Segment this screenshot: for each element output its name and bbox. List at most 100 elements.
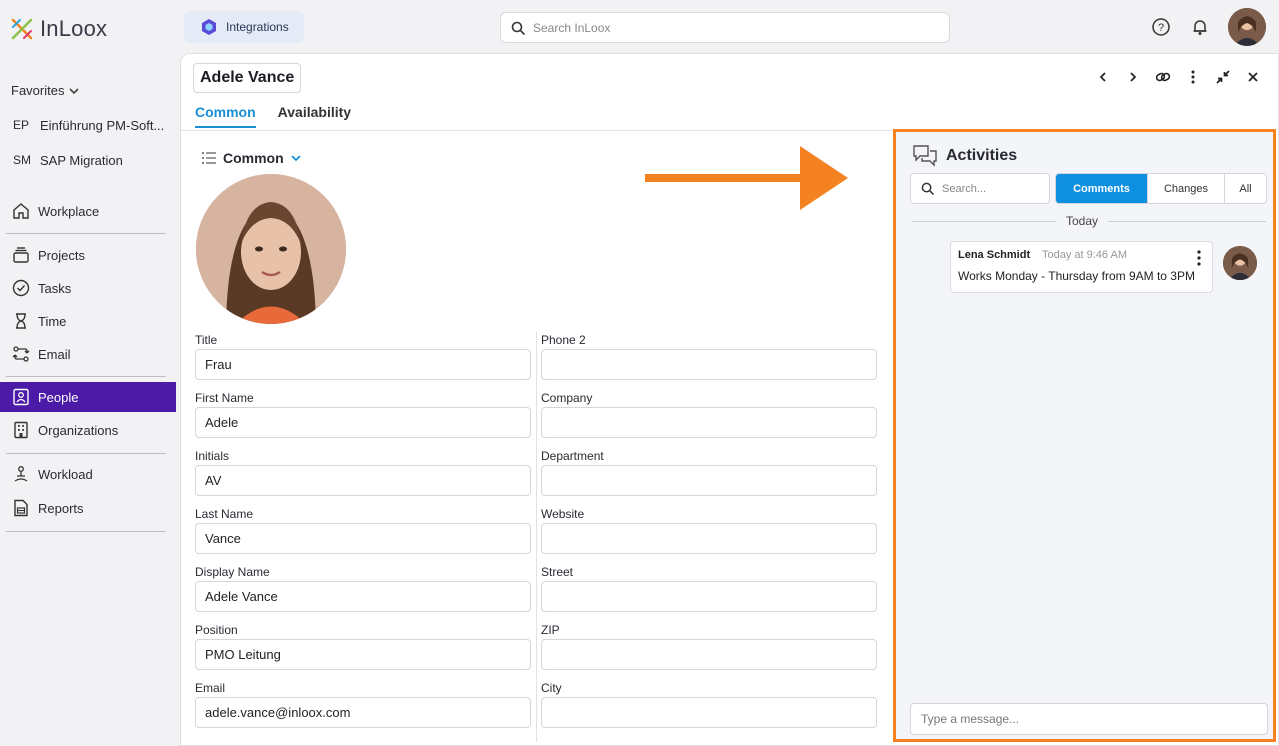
- comment-author: Lena Schmidt: [958, 249, 1031, 261]
- section-title: Common: [223, 150, 284, 166]
- sidebar-item-time[interactable]: Time: [0, 306, 176, 336]
- display-name-field[interactable]: Adele Vance: [195, 581, 531, 612]
- integrations-icon: [202, 19, 216, 35]
- sidebar-item-projects[interactable]: Projects: [0, 240, 176, 270]
- activities-search-placeholder: Search...: [942, 182, 987, 195]
- sidebar-divider: [6, 233, 166, 234]
- activities-filter: Comments Changes All: [1055, 173, 1267, 204]
- phone-2-field[interactable]: [541, 349, 877, 380]
- arrow-right-icon: [645, 146, 848, 210]
- profile-photo[interactable]: [196, 174, 346, 324]
- message-placeholder: Type a message...: [921, 712, 1020, 726]
- sidebar-item-tasks[interactable]: Tasks: [0, 273, 176, 303]
- global-search-input[interactable]: Search InLoox: [500, 12, 950, 43]
- field-label-phone-2: Phone 2: [541, 333, 586, 347]
- comment-card[interactable]: Lena Schmidt Today at 9:46 AM Works Mond…: [950, 241, 1213, 293]
- last-name-field[interactable]: Vance: [195, 523, 531, 554]
- sidebar-item-label: Time: [38, 313, 67, 329]
- sidebar-item-label: Email: [38, 346, 71, 362]
- contact-icon: [13, 388, 29, 406]
- activities-search-input[interactable]: Search...: [910, 173, 1050, 204]
- column-divider: [536, 332, 537, 742]
- list-icon: [202, 152, 216, 164]
- sidebar-item-email[interactable]: Email: [0, 339, 176, 369]
- home-icon: [13, 203, 29, 219]
- comment-text: Works Monday - Thursday from 9AM to 3PM: [958, 269, 1195, 283]
- more-vertical-icon[interactable]: [1196, 250, 1202, 269]
- inloox-x-icon: [11, 18, 33, 40]
- sidebar-divider: [6, 453, 166, 454]
- building-icon: [14, 421, 28, 439]
- sidebar-item-label: Tasks: [38, 280, 72, 296]
- department-field[interactable]: [541, 465, 877, 496]
- company-field[interactable]: [541, 407, 877, 438]
- zip-field[interactable]: [541, 639, 877, 670]
- field-label-company: Company: [541, 391, 593, 405]
- favorite-label: SAP Migration: [40, 152, 123, 168]
- user-avatar[interactable]: [1228, 8, 1266, 46]
- global-search-placeholder: Search InLoox: [533, 20, 611, 35]
- collapse-icon[interactable]: [1214, 68, 1232, 86]
- website-field[interactable]: [541, 523, 877, 554]
- activities-header: Activities: [912, 144, 1017, 168]
- chat-bubbles-icon: [913, 145, 937, 167]
- search-icon: [921, 182, 934, 195]
- svg-text:?: ?: [1158, 22, 1164, 34]
- favorites-label: Favorites: [11, 83, 65, 98]
- field-label-department: Department: [541, 449, 604, 463]
- day-label: Today: [1056, 214, 1109, 228]
- sidebar-divider: [6, 376, 166, 377]
- sidebar-item-workload[interactable]: Workload: [0, 459, 176, 489]
- first-name-field[interactable]: Adele: [195, 407, 531, 438]
- tab-divider: [181, 130, 893, 131]
- favorites-toggle[interactable]: Favorites: [11, 83, 80, 98]
- sidebar-item-label: Workplace: [38, 203, 100, 219]
- sidebar-item-people[interactable]: People: [0, 382, 176, 412]
- app-logo[interactable]: InLoox: [10, 16, 107, 42]
- field-label-city: City: [541, 681, 562, 695]
- email-field[interactable]: adele.vance@inloox.com: [195, 697, 531, 728]
- more-vertical-icon[interactable]: [1184, 68, 1202, 86]
- sidebar-item-reports[interactable]: Reports: [0, 493, 176, 523]
- activities-panel: Activities Search... Comments Changes Al…: [893, 129, 1276, 742]
- favorite-item[interactable]: SM SAP Migration: [0, 145, 176, 175]
- title-field[interactable]: Frau: [195, 349, 531, 380]
- bell-icon[interactable]: [1189, 16, 1211, 38]
- record-title[interactable]: Adele Vance: [193, 63, 302, 93]
- section-toggle[interactable]: Common: [201, 150, 302, 166]
- sidebar-item-workplace[interactable]: Workplace: [0, 196, 176, 226]
- sidebar-divider: [6, 531, 166, 532]
- sidebar-item-label: Organizations: [38, 422, 119, 438]
- city-field[interactable]: [541, 697, 877, 728]
- message-input[interactable]: Type a message...: [910, 703, 1268, 735]
- help-icon[interactable]: ?: [1150, 16, 1172, 38]
- workload-icon: [14, 466, 28, 482]
- record-tabs: Common Availability: [195, 104, 351, 128]
- favorite-item[interactable]: EP Einführung PM-Soft...: [0, 110, 176, 140]
- email-route-icon: [12, 346, 30, 362]
- filter-changes-button[interactable]: Changes: [1147, 174, 1224, 203]
- field-label-last-name: Last Name: [195, 507, 254, 521]
- link-icon[interactable]: [1154, 68, 1172, 86]
- panel-toolbar: [1094, 68, 1262, 86]
- comment-time: Today at 9:46 AM: [1042, 249, 1127, 261]
- filter-comments-button[interactable]: Comments: [1056, 174, 1147, 203]
- field-label-first-name: First Name: [195, 391, 254, 405]
- favorite-abbr: SM: [13, 153, 31, 167]
- close-icon[interactable]: [1244, 68, 1262, 86]
- integrations-button[interactable]: Integrations: [184, 11, 304, 43]
- sidebar-item-label: Workload: [38, 466, 93, 482]
- chevron-left-icon[interactable]: [1094, 68, 1112, 86]
- street-field[interactable]: [541, 581, 877, 612]
- field-label-street: Street: [541, 565, 574, 579]
- sidebar-item-label: Projects: [38, 247, 85, 263]
- chevron-right-icon[interactable]: [1124, 68, 1142, 86]
- check-circle-icon: [12, 279, 30, 297]
- position-field[interactable]: PMO Leitung: [195, 639, 531, 670]
- initials-field[interactable]: AV: [195, 465, 531, 496]
- favorite-label: Einführung PM-Soft...: [40, 117, 165, 133]
- tab-common[interactable]: Common: [195, 104, 256, 128]
- filter-all-button[interactable]: All: [1224, 174, 1266, 203]
- sidebar-item-organizations[interactable]: Organizations: [0, 415, 176, 445]
- tab-availability[interactable]: Availability: [278, 104, 351, 128]
